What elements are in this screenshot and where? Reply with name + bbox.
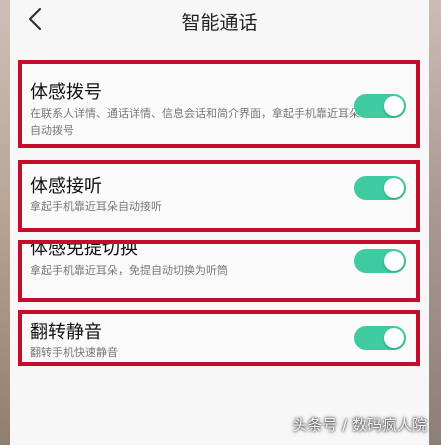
top-bar: 智能通话	[10, 0, 429, 40]
toggle-knob	[384, 178, 404, 198]
setting-card-gesture-speaker-switch[interactable]: 体感免提切换 拿起手机靠近耳朵，免提自动切换为听筒	[18, 240, 420, 302]
phone-screen: 智能通话 体感拨号 在联系人详情、通话详情、信息会话和简介界面，拿起手机靠近耳朵…	[10, 0, 429, 445]
left-edge-photo	[0, 0, 10, 445]
setting-title: 体感拨号	[30, 82, 102, 103]
setting-card-flip-mute[interactable]: 翻转静音 翻转手机快速静音	[18, 310, 420, 366]
setting-description: 在联系人详情、通话详情、信息会话和简介界面，拿起手机靠近耳朵自动拨号	[30, 107, 360, 137]
setting-description: 翻转手机快速静音	[30, 346, 118, 359]
setting-description: 拿起手机靠近耳朵，免提自动切换为听筒	[30, 264, 228, 277]
setting-card-gesture-answer[interactable]: 体感接听 拿起手机靠近耳朵自动接听	[18, 160, 420, 232]
toggle-knob	[384, 96, 404, 116]
setting-description: 拿起手机靠近耳朵自动接听	[30, 200, 162, 213]
page-title: 智能通话	[181, 12, 258, 34]
setting-title: 翻转静音	[30, 322, 102, 343]
setting-title: 体感免提切换	[30, 240, 138, 259]
toggle-switch[interactable]	[354, 94, 406, 118]
right-edge-photo	[429, 0, 441, 445]
setting-card-gesture-dial[interactable]: 体感拨号 在联系人详情、通话详情、信息会话和简介界面，拿起手机靠近耳朵自动拨号	[18, 60, 420, 148]
watermark-text: 头条号 / 数码疯人院	[292, 416, 427, 434]
setting-title: 体感接听	[30, 176, 102, 197]
toggle-knob	[384, 328, 404, 348]
toggle-switch[interactable]	[354, 176, 406, 200]
toggle-switch[interactable]	[354, 249, 406, 273]
toggle-knob	[384, 251, 404, 271]
toggle-switch[interactable]	[354, 326, 406, 350]
